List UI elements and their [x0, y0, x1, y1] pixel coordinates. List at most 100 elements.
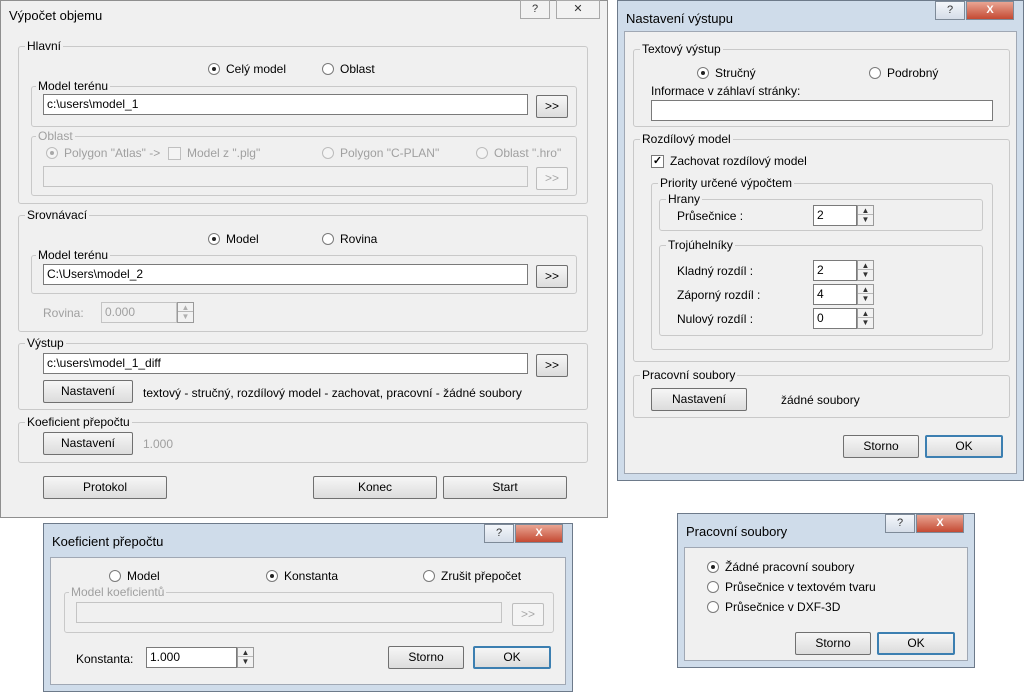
radio-podrobny[interactable]: Podrobný	[869, 66, 938, 80]
konec-button[interactable]: Konec	[313, 476, 437, 499]
storno-button[interactable]: Storno	[388, 646, 464, 669]
browse-koeficientu-button[interactable]: >>	[512, 603, 544, 626]
group-legend: Textový výstup	[642, 42, 721, 56]
nulovy-input[interactable]: 0	[813, 308, 857, 329]
close-button[interactable]: X	[515, 524, 563, 543]
header-info-input[interactable]	[651, 100, 993, 121]
group-legend: Rozdílový model	[642, 132, 731, 146]
spin-down-icon[interactable]: ▼	[858, 318, 873, 327]
spin-up-icon[interactable]: ▲	[858, 206, 873, 215]
close-button[interactable]: ✕	[556, 0, 600, 19]
client-area: Textový výstup Stručný Podrobný Informac…	[624, 31, 1017, 474]
group-koeficient-legend: Koeficient přepočtu	[27, 415, 130, 429]
spin-down-icon[interactable]: ▼	[238, 657, 253, 666]
nulovy-spinner[interactable]: ▲ ▼	[857, 308, 874, 329]
radio-zrusit-prepocet[interactable]: Zrušit přepočet	[423, 569, 521, 583]
ok-button[interactable]: OK	[473, 646, 551, 669]
rovina-input[interactable]: 0.000	[101, 302, 177, 323]
titlebar: Nastavení výstupu ? X	[618, 1, 1023, 29]
kladny-input[interactable]: 2	[813, 260, 857, 281]
vystup-path-input[interactable]: c:\users\model_1_diff	[43, 353, 528, 374]
radio-zadne-soubory[interactable]: Žádné pracovní soubory	[707, 560, 854, 574]
spin-up-icon[interactable]: ▲	[238, 648, 253, 657]
radio-polygon-atlas[interactable]: Polygon "Atlas" ->	[46, 146, 160, 160]
window-title: Koeficient přepočtu	[52, 534, 164, 549]
radio-strucny[interactable]: Stručný	[697, 66, 756, 80]
window-nastaveni-vystupu: Nastavení výstupu ? X Textový výstup Str…	[617, 0, 1024, 481]
vystup-settings-button[interactable]: Nastavení	[43, 380, 133, 403]
radio-rovina[interactable]: Rovina	[322, 232, 377, 246]
help-button[interactable]: ?	[484, 524, 514, 543]
header-info-label: Informace v záhlaví stránky:	[651, 84, 801, 98]
storno-button[interactable]: Storno	[795, 632, 871, 655]
help-button[interactable]: ?	[520, 0, 550, 19]
ok-button[interactable]: OK	[925, 435, 1003, 458]
help-button[interactable]: ?	[885, 514, 915, 533]
radio-label: Rovina	[340, 232, 378, 246]
radio-dot	[322, 63, 334, 75]
konstanta-spinner[interactable]: ▲ ▼	[237, 647, 254, 668]
start-button[interactable]: Start	[443, 476, 567, 499]
help-icon: ?	[531, 3, 539, 15]
radio-dot	[208, 233, 220, 245]
checkbox-box	[168, 146, 181, 160]
radio-konstanta[interactable]: Konstanta	[266, 569, 338, 583]
pracovni-settings-button[interactable]: Nastavení	[651, 388, 747, 411]
model-koeficientu-input[interactable]	[76, 602, 502, 623]
ok-button[interactable]: OK	[877, 632, 955, 655]
prusecnice-input[interactable]: 2	[813, 205, 857, 226]
spin-up-icon[interactable]: ▲	[858, 285, 873, 294]
close-button[interactable]: X	[966, 1, 1014, 20]
check-zachovat[interactable]: ✓ Zachovat rozdílový model	[651, 154, 807, 168]
rovina-spinner[interactable]: ▲ ▼	[177, 302, 194, 323]
browse-model-1-button[interactable]: >>	[536, 95, 568, 118]
kladny-spinner[interactable]: ▲ ▼	[857, 260, 874, 281]
spin-up-icon[interactable]: ▲	[178, 303, 193, 312]
check-model-plg[interactable]: Model z ".plg"	[168, 146, 260, 160]
radio-label: Oblast ".hro"	[494, 146, 562, 160]
radio-dot	[322, 233, 334, 245]
prusecnice-spinner[interactable]: ▲ ▼	[857, 205, 874, 226]
radio-dot	[322, 147, 334, 159]
group-legend: Oblast	[38, 129, 73, 143]
help-button[interactable]: ?	[935, 1, 965, 20]
spin-up-icon[interactable]: ▲	[858, 309, 873, 318]
help-icon: ?	[495, 527, 503, 539]
client-area: Model Konstanta Zrušit přepočet Model ko…	[50, 557, 566, 685]
zaporny-input[interactable]: 4	[813, 284, 857, 305]
zaporny-label: Záporný rozdíl :	[677, 288, 761, 302]
radio-oblast-hro[interactable]: Oblast ".hro"	[476, 146, 561, 160]
storno-button[interactable]: Storno	[843, 435, 919, 458]
radio-label: Konstanta	[284, 569, 339, 583]
radio-cely-model[interactable]: Celý model	[208, 62, 286, 76]
browse-model-2-button[interactable]: >>	[536, 265, 568, 288]
radio-oblast[interactable]: Oblast	[322, 62, 375, 76]
spin-down-icon[interactable]: ▼	[858, 294, 873, 303]
protokol-button[interactable]: Protokol	[43, 476, 167, 499]
zaporny-spinner[interactable]: ▲ ▼	[857, 284, 874, 305]
konstanta-input[interactable]: 1.000	[146, 647, 237, 668]
radio-model[interactable]: Model	[208, 232, 259, 246]
group-hlavni-legend: Hlavní	[27, 39, 62, 53]
radio-textovy-tvar[interactable]: Průsečnice v textovém tvaru	[707, 580, 876, 594]
spin-down-icon[interactable]: ▼	[858, 215, 873, 224]
model-terenu-2-input[interactable]: C:\Users\model_2	[43, 264, 528, 285]
group-legend: Priority určené výpočtem	[660, 176, 793, 190]
radio-label: Oblast	[340, 62, 375, 76]
spin-up-icon[interactable]: ▲	[858, 261, 873, 270]
radio-polygon-cplan[interactable]: Polygon "C-PLAN"	[322, 146, 439, 160]
model-terenu-1-input[interactable]: c:\users\model_1	[43, 94, 528, 115]
browse-oblast-button[interactable]: >>	[536, 167, 568, 190]
radio-label: Zrušit přepočet	[441, 569, 522, 583]
radio-dxf-3d[interactable]: Průsečnice v DXF-3D	[707, 600, 840, 614]
radio-dot	[476, 147, 488, 159]
oblast-path-input[interactable]	[43, 166, 528, 187]
browse-vystup-button[interactable]: >>	[536, 354, 568, 377]
check-label: Model z ".plg"	[187, 146, 261, 160]
radio-model[interactable]: Model	[109, 569, 160, 583]
spin-down-icon[interactable]: ▼	[858, 270, 873, 279]
koef-settings-button[interactable]: Nastavení	[43, 432, 133, 455]
close-button[interactable]: X	[916, 514, 964, 533]
koef-value: 1.000	[143, 437, 174, 451]
spin-down-icon[interactable]: ▼	[178, 312, 193, 321]
